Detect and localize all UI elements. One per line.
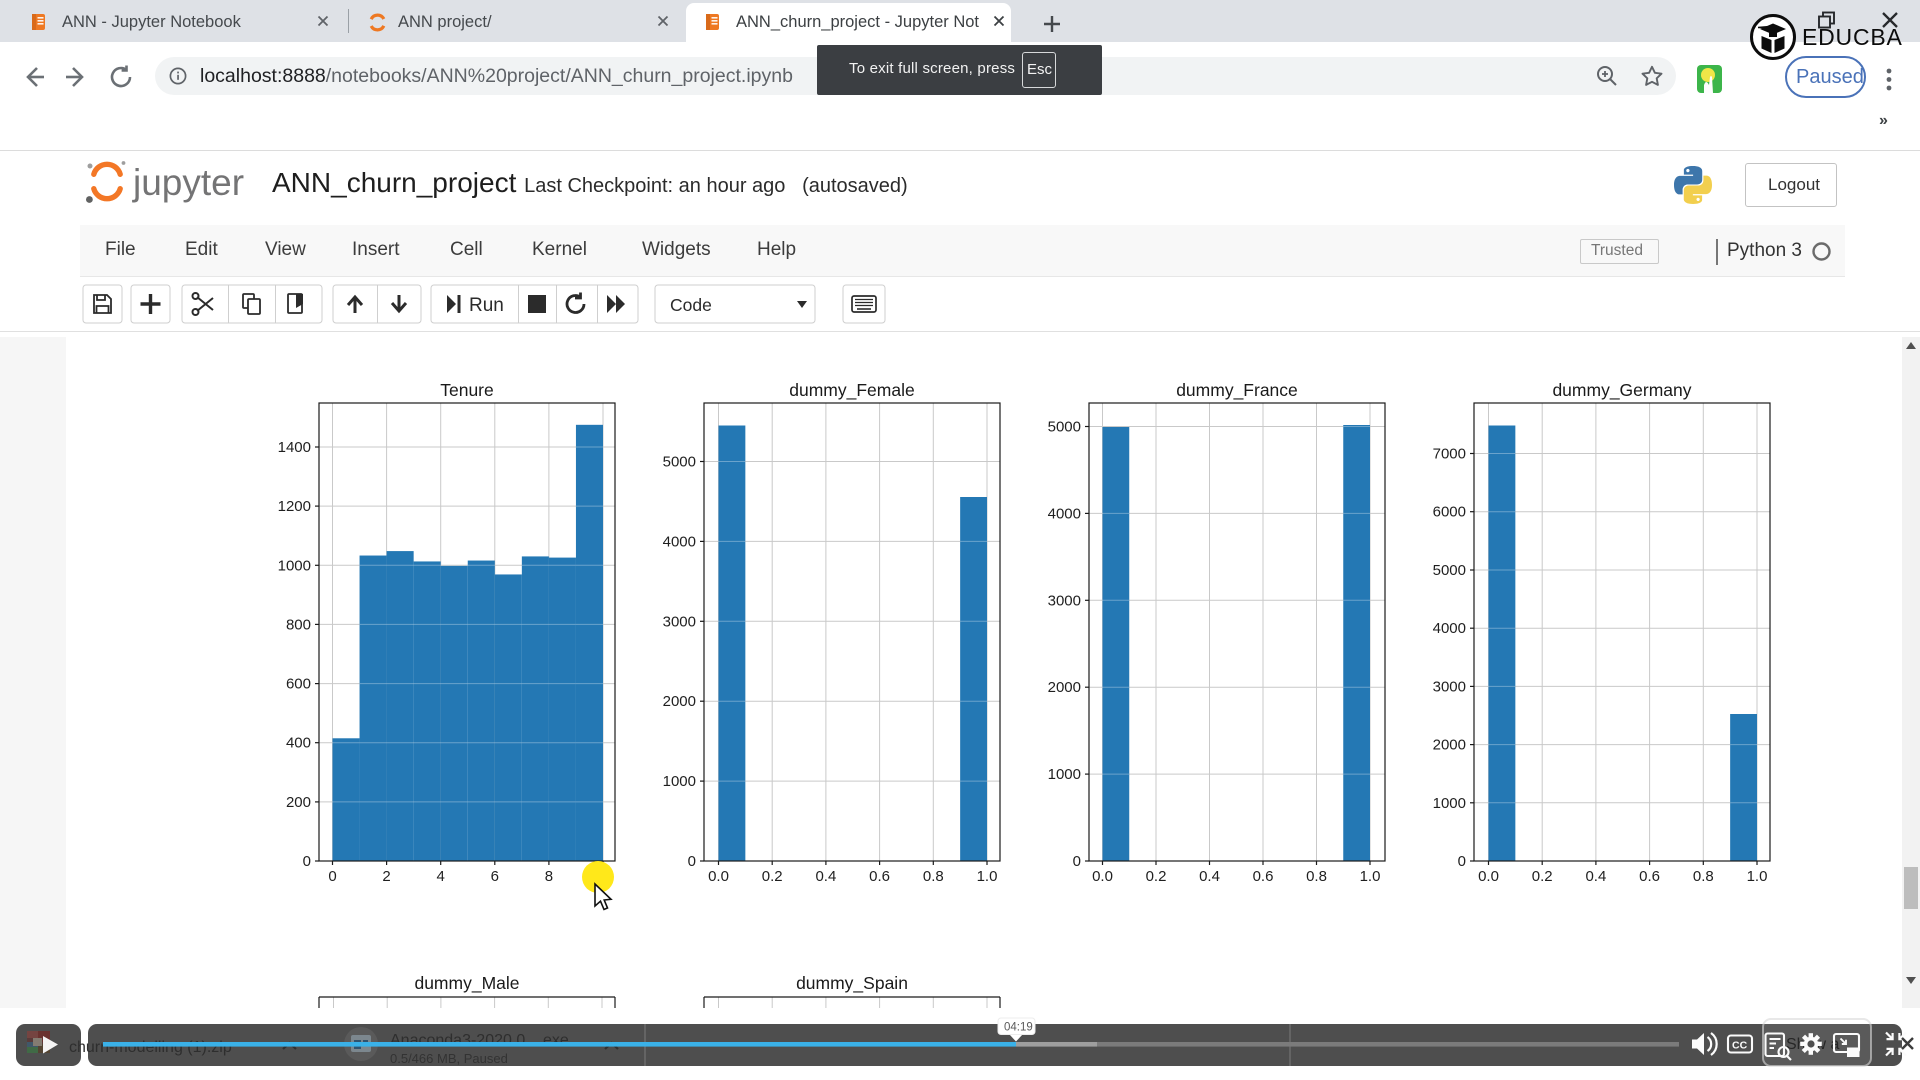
svg-text:1.0: 1.0: [1747, 868, 1768, 885]
svg-text:0.4: 0.4: [815, 868, 836, 885]
svg-text:1000: 1000: [1433, 795, 1466, 812]
svg-text:3000: 3000: [663, 613, 696, 630]
svg-text:3000: 3000: [1433, 678, 1466, 695]
svg-text:0.0: 0.0: [1092, 868, 1113, 885]
svg-text:1400: 1400: [278, 439, 311, 456]
svg-text:04:19: 04:19: [1004, 1022, 1033, 1034]
svg-text:0: 0: [303, 853, 311, 870]
svg-text:dummy_Spain: dummy_Spain: [796, 973, 908, 994]
svg-text:0.2: 0.2: [1532, 868, 1553, 885]
svg-text:0: 0: [688, 853, 696, 870]
svg-text:2000: 2000: [1048, 679, 1081, 696]
svg-text:Code: Code: [670, 295, 712, 315]
svg-text:400: 400: [286, 735, 311, 752]
svg-text:1000: 1000: [663, 773, 696, 790]
svg-text:1.0: 1.0: [977, 868, 998, 885]
svg-text:0.8: 0.8: [1693, 868, 1714, 885]
svg-text:0: 0: [328, 868, 336, 885]
svg-text:1200: 1200: [278, 498, 311, 515]
svg-text:0.6: 0.6: [869, 868, 890, 885]
svg-text:dummy_Female: dummy_Female: [789, 380, 914, 401]
svg-text:6: 6: [491, 868, 499, 885]
svg-text:CC: CC: [1732, 1040, 1748, 1052]
svg-text:0.2: 0.2: [762, 868, 783, 885]
svg-text:0: 0: [1073, 853, 1081, 870]
svg-text:0.2: 0.2: [1146, 868, 1167, 885]
svg-text:600: 600: [286, 676, 311, 693]
svg-text:8: 8: [545, 868, 553, 885]
svg-text:0.5/466 MB, Paused: 0.5/466 MB, Paused: [390, 1051, 508, 1066]
svg-text:churn-modelling (1).zip: churn-modelling (1).zip: [69, 1039, 232, 1056]
svg-text:2000: 2000: [1433, 737, 1466, 754]
svg-text:5000: 5000: [1048, 419, 1081, 436]
svg-text:Tenure: Tenure: [440, 380, 494, 400]
svg-text:dummy_Germany: dummy_Germany: [1552, 380, 1691, 401]
svg-text:6000: 6000: [1433, 504, 1466, 521]
svg-text:1000: 1000: [1048, 766, 1081, 783]
svg-text:5000: 5000: [663, 454, 696, 471]
svg-text:1000: 1000: [278, 557, 311, 574]
svg-text:5000: 5000: [1433, 562, 1466, 579]
svg-text:200: 200: [286, 794, 311, 811]
svg-text:4000: 4000: [1048, 505, 1081, 522]
svg-text:4000: 4000: [1433, 620, 1466, 637]
svg-text:0.6: 0.6: [1639, 868, 1660, 885]
svg-text:4000: 4000: [663, 533, 696, 550]
svg-text:800: 800: [286, 616, 311, 633]
svg-text:0.8: 0.8: [1306, 868, 1327, 885]
svg-text:2000: 2000: [663, 693, 696, 710]
svg-text:0: 0: [1458, 853, 1466, 870]
svg-text:3000: 3000: [1048, 592, 1081, 609]
svg-text:0.4: 0.4: [1585, 868, 1606, 885]
svg-text:Run: Run: [469, 295, 504, 316]
svg-text:1.0: 1.0: [1360, 868, 1381, 885]
svg-text:2: 2: [382, 868, 390, 885]
svg-text:4: 4: [437, 868, 445, 885]
svg-text:dummy_France: dummy_France: [1176, 380, 1298, 401]
svg-text:0.4: 0.4: [1199, 868, 1220, 885]
svg-text:0.8: 0.8: [923, 868, 944, 885]
svg-text:0.0: 0.0: [708, 868, 729, 885]
svg-text:7000: 7000: [1433, 446, 1466, 463]
svg-text:dummy_Male: dummy_Male: [414, 973, 519, 994]
svg-text:0.6: 0.6: [1253, 868, 1274, 885]
svg-text:0.0: 0.0: [1478, 868, 1499, 885]
